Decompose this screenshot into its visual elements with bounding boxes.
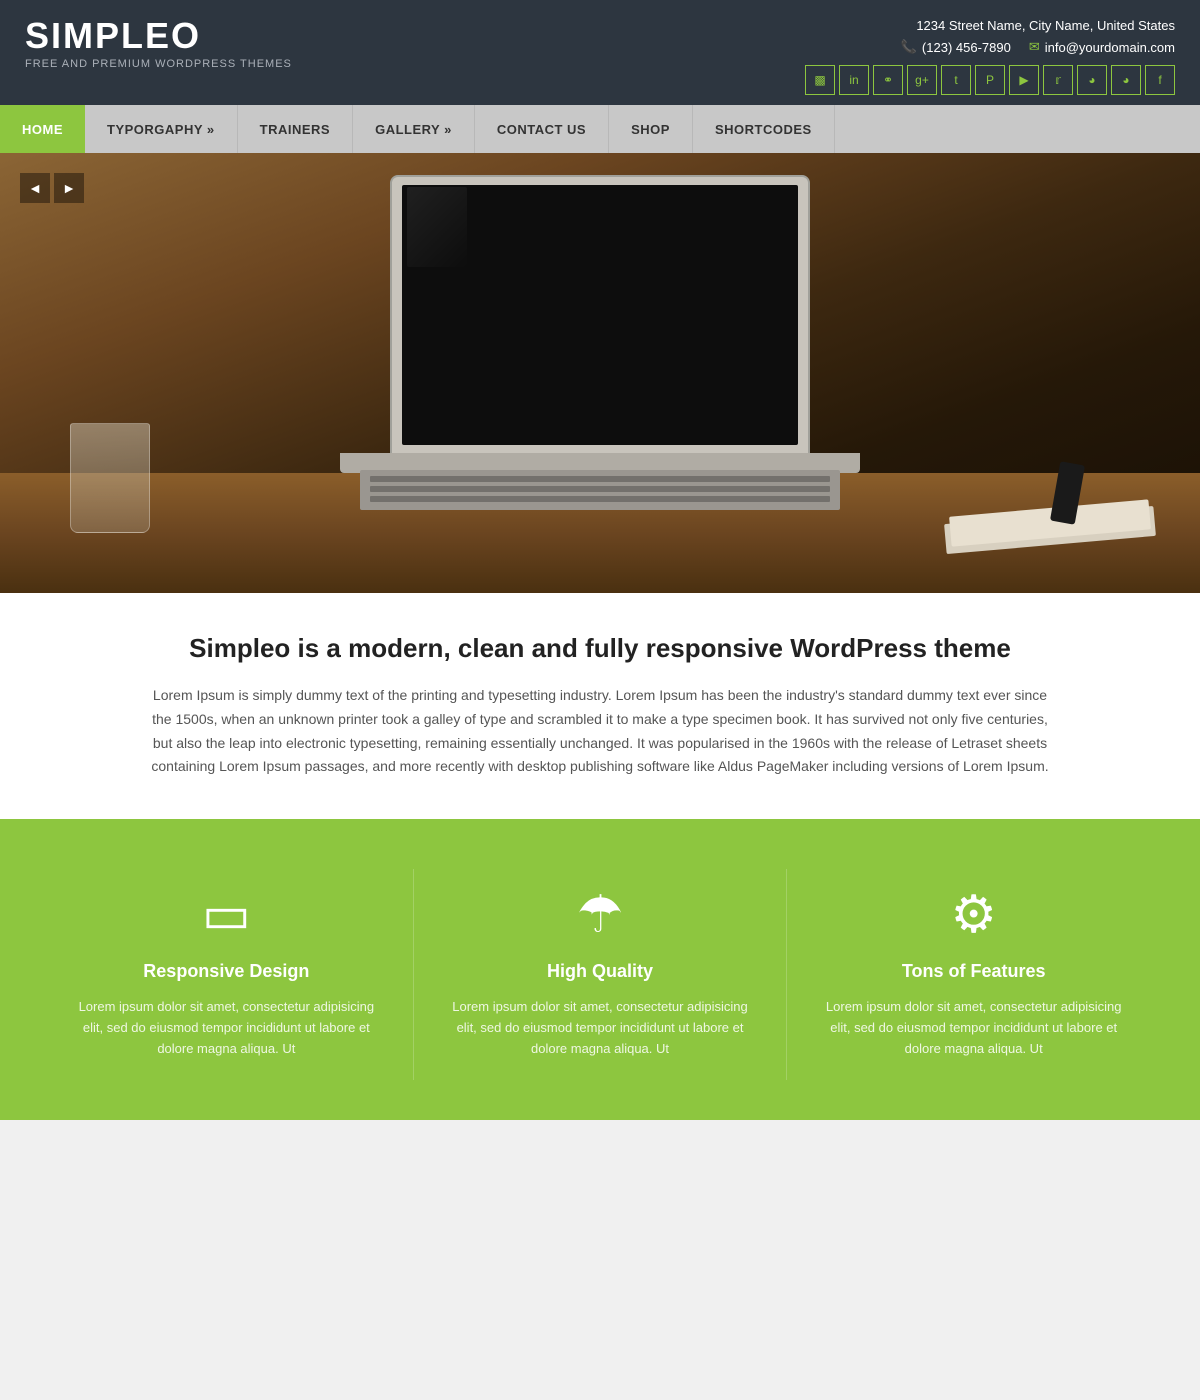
tablet-icon: ▭ bbox=[70, 889, 383, 941]
pinterest-icon[interactable]: P bbox=[975, 65, 1005, 95]
feature-text-features: Lorem ipsum dolor sit amet, consectetur … bbox=[817, 997, 1130, 1059]
site-header: SIMPLEO FREE AND PREMIUM WORDPRESS THEME… bbox=[0, 0, 1200, 105]
nav-item-contact[interactable]: CONTACT US bbox=[475, 105, 609, 153]
feature-title-quality: High Quality bbox=[444, 961, 757, 982]
feature-col-features: ⚙ Tons of Features Lorem ipsum dolor sit… bbox=[787, 869, 1160, 1079]
tumblr-icon[interactable]: t bbox=[941, 65, 971, 95]
feature-title-features: Tons of Features bbox=[817, 961, 1130, 982]
slider-prev-button[interactable]: ◄ bbox=[20, 173, 50, 203]
header-contact: 1234 Street Name, City Name, United Stat… bbox=[805, 18, 1175, 95]
instagram-icon[interactable]: ▩ bbox=[805, 65, 835, 95]
feature-title-responsive: Responsive Design bbox=[70, 961, 383, 982]
address: 1234 Street Name, City Name, United Stat… bbox=[805, 18, 1175, 33]
nav-item-trainers[interactable]: TRAINERS bbox=[238, 105, 353, 153]
nav-item-typography[interactable]: TYPORGAPHY » bbox=[85, 105, 238, 153]
intro-title: Simpleo is a modern, clean and fully res… bbox=[80, 633, 1120, 664]
umbrella-icon: ☂ bbox=[444, 889, 757, 941]
intro-section: Simpleo is a modern, clean and fully res… bbox=[0, 593, 1200, 819]
nav-item-shop[interactable]: SHOP bbox=[609, 105, 693, 153]
dribbble-icon[interactable]: ⚭ bbox=[873, 65, 903, 95]
rss-icon[interactable]: ◕ bbox=[1077, 65, 1107, 95]
features-section: ▭ Responsive Design Lorem ipsum dolor si… bbox=[0, 819, 1200, 1119]
contact-row: 📞 (123) 456-7890 ✉ info@yourdomain.com bbox=[805, 39, 1175, 55]
feature-col-responsive: ▭ Responsive Design Lorem ipsum dolor si… bbox=[40, 869, 414, 1079]
youtube-icon[interactable]: ▶ bbox=[1009, 65, 1039, 95]
gear-icon: ⚙ bbox=[817, 889, 1130, 941]
main-nav: HOME TYPORGAPHY » TRAINERS GALLERY » CON… bbox=[0, 105, 1200, 153]
phone-number: (123) 456-7890 bbox=[922, 40, 1011, 55]
laptop-screen-outer bbox=[390, 175, 810, 455]
glass bbox=[70, 423, 150, 533]
slider-next-button[interactable]: ► bbox=[54, 173, 84, 203]
laptop-image bbox=[310, 175, 890, 535]
nav-item-shortcodes[interactable]: SHORTCODES bbox=[693, 105, 835, 153]
feature-text-responsive: Lorem ipsum dolor sit amet, consectetur … bbox=[70, 997, 383, 1059]
slider-controls: ◄ ► bbox=[20, 173, 84, 203]
linkedin-icon[interactable]: in bbox=[839, 65, 869, 95]
twitter-icon[interactable]: 𝕣 bbox=[1043, 65, 1073, 95]
intro-text: Lorem Ipsum is simply dummy text of the … bbox=[150, 684, 1050, 779]
flickr-icon[interactable]: ◕ bbox=[1111, 65, 1141, 95]
nav-item-home[interactable]: HOME bbox=[0, 105, 85, 153]
brand: SIMPLEO FREE AND PREMIUM WORDPRESS THEME… bbox=[25, 18, 292, 70]
brand-name: SIMPLEO bbox=[25, 18, 292, 54]
hero-slider: ◄ ► bbox=[0, 153, 1200, 593]
brand-tagline: FREE AND PREMIUM WORDPRESS THEMES bbox=[25, 58, 292, 70]
email-address: info@yourdomain.com bbox=[1045, 40, 1175, 55]
phone-contact: 📞 (123) 456-7890 bbox=[901, 39, 1011, 55]
google-plus-icon[interactable]: g+ bbox=[907, 65, 937, 95]
nav-item-gallery[interactable]: GALLERY » bbox=[353, 105, 475, 153]
social-icons-bar: ▩ in ⚭ g+ t P ▶ 𝕣 ◕ ◕ f bbox=[805, 65, 1175, 95]
laptop-keyboard bbox=[360, 470, 840, 510]
facebook-icon[interactable]: f bbox=[1145, 65, 1175, 95]
email-contact: ✉ info@yourdomain.com bbox=[1029, 39, 1175, 55]
feature-col-quality: ☂ High Quality Lorem ipsum dolor sit ame… bbox=[414, 869, 788, 1079]
phone-icon: 📞 bbox=[901, 39, 917, 55]
email-icon: ✉ bbox=[1029, 39, 1040, 55]
feature-text-quality: Lorem ipsum dolor sit amet, consectetur … bbox=[444, 997, 757, 1059]
